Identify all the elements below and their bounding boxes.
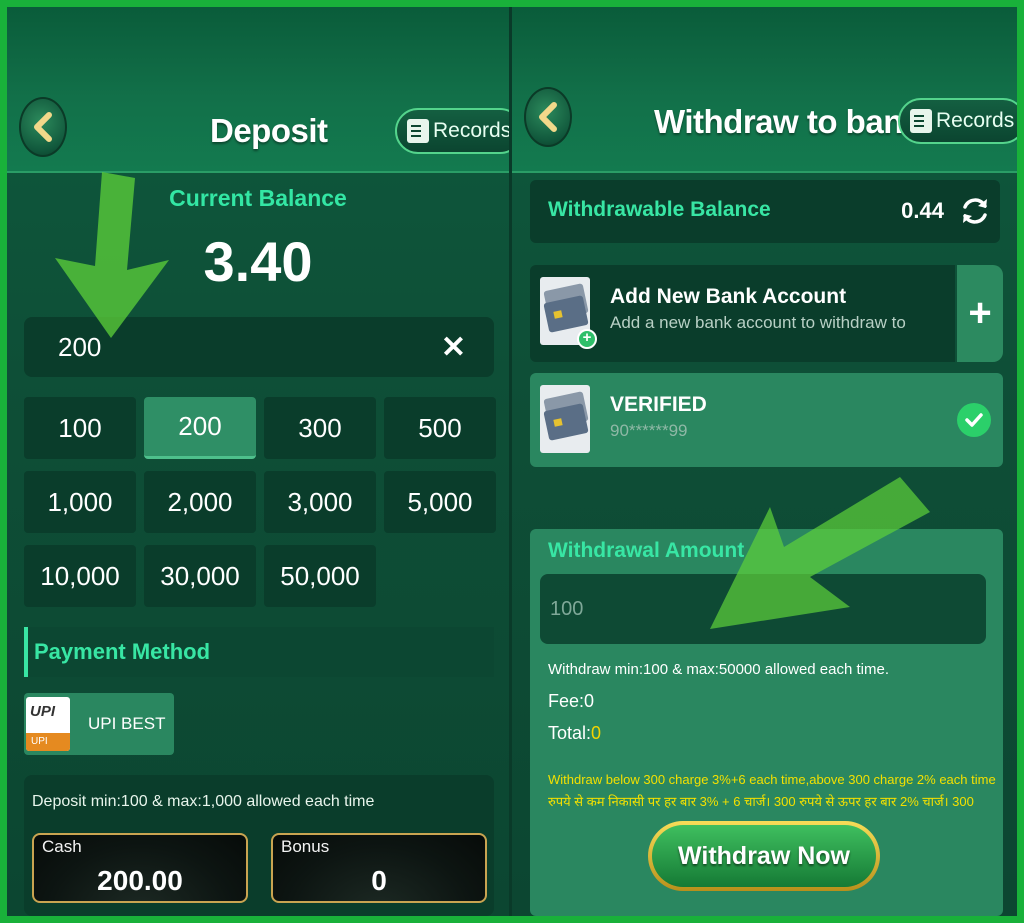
refresh-icon[interactable]	[958, 194, 992, 228]
add-account-button[interactable]: +	[957, 265, 1003, 362]
add-bank-account-card[interactable]: + Add New Bank Account Add a new bank ac…	[530, 265, 955, 362]
amount-chip[interactable]: 30,000	[144, 545, 256, 607]
withdrawal-amount-label: Withdrawal Amount	[548, 539, 745, 562]
page-title: Withdraw to bank	[654, 103, 921, 140]
amount-chip[interactable]: 1,000	[24, 471, 136, 533]
bonus-wallet: Bonus 0	[271, 833, 487, 903]
close-icon[interactable]: ✕	[441, 330, 466, 365]
records-label: Records	[936, 109, 1015, 132]
amount-chip[interactable]: 300	[264, 397, 376, 459]
verified-title: VERIFIED	[610, 393, 707, 416]
withdrawal-amount-placeholder: 100	[550, 597, 584, 620]
deposit-amount-input[interactable]: 200 ✕	[24, 317, 494, 377]
cash-value: 200.00	[97, 865, 183, 896]
records-label: Records	[433, 119, 509, 142]
withdrawable-balance-card: Withdrawable Balance 0.44	[530, 180, 1000, 243]
add-badge-icon: +	[577, 329, 597, 349]
upi-best-option[interactable]: UPI UPI UPI BEST	[24, 693, 174, 755]
plus-icon: +	[968, 291, 992, 335]
deposit-summary-card: Deposit min:100 & max:1,000 allowed each…	[24, 775, 494, 916]
amount-chip[interactable]: 500	[384, 397, 496, 459]
payment-method-label: Payment Method	[34, 639, 211, 664]
withdraw-now-label: Withdraw Now	[652, 825, 876, 887]
withdraw-header: Withdraw to bank Records	[512, 7, 1017, 173]
chevron-left-icon	[539, 102, 557, 132]
amount-chip[interactable]: 200	[144, 397, 256, 459]
fee-value: 0	[584, 691, 595, 711]
withdrawable-balance-label: Withdrawable Balance	[548, 198, 771, 221]
deposit-amount-value: 200	[58, 331, 102, 362]
deposit-header: Deposit Records	[7, 7, 509, 173]
deposit-rule-text: Deposit min:100 & max:1,000 allowed each…	[32, 793, 375, 810]
back-button[interactable]	[19, 97, 67, 157]
amount-chip[interactable]: 50,000	[264, 545, 376, 607]
amount-chip[interactable]: 5,000	[384, 471, 496, 533]
bank-card-icon	[540, 385, 590, 453]
records-button[interactable]: Records	[898, 98, 1017, 144]
page-title: Deposit	[210, 112, 328, 149]
amount-chip[interactable]: 10,000	[24, 545, 136, 607]
upi-logo: UPI UPI	[26, 697, 70, 751]
total-value: 0	[591, 723, 602, 743]
records-icon	[910, 109, 932, 133]
charge-notice-en: Withdraw below 300 charge 3%+6 each time…	[548, 772, 996, 787]
withdrawal-amount-input[interactable]: 100	[540, 574, 986, 644]
charge-notice-hi: रुपये से कम निकासी पर हर बार 3% + 6 चार्…	[548, 794, 974, 809]
cash-label: Cash	[42, 837, 82, 856]
charge-notice: Withdraw below 300 charge 3%+6 each time…	[548, 769, 1003, 813]
current-balance-label: Current Balance	[169, 185, 347, 211]
bonus-value: 0	[371, 865, 387, 896]
amount-chip[interactable]: 100	[24, 397, 136, 459]
withdrawal-amount-card: Withdrawal Amount 100 Withdraw min:100 &…	[530, 529, 1003, 916]
check-icon	[957, 403, 991, 437]
payment-method-header: Payment Method	[24, 627, 494, 677]
add-account-subtitle: Add a new bank account to withdraw to	[610, 313, 906, 332]
withdrawable-balance-value: 0.44	[901, 198, 944, 223]
total-row: Total:0	[548, 723, 602, 743]
back-button[interactable]	[524, 87, 572, 147]
amount-chip[interactable]: 3,000	[264, 471, 376, 533]
records-button[interactable]: Records	[395, 108, 509, 154]
current-balance-value: 3.40	[203, 230, 313, 293]
verified-account-card[interactable]: VERIFIED 90******99	[530, 373, 1003, 467]
upi-best-label: UPI BEST	[88, 714, 166, 733]
add-account-title: Add New Bank Account	[610, 285, 847, 308]
deposit-panel: Deposit Records Current Balance 3.40 200…	[7, 7, 509, 916]
amount-chip[interactable]: 2,000	[144, 471, 256, 533]
withdraw-now-button[interactable]: Withdraw Now	[648, 821, 880, 891]
verified-account-number: 90******99	[610, 421, 688, 440]
fee-row: Fee:0	[548, 691, 595, 711]
screenshot-frame: Deposit Records Current Balance 3.40 200…	[7, 7, 1017, 916]
chevron-left-icon	[34, 112, 52, 142]
records-icon	[407, 119, 429, 143]
withdraw-rule-text: Withdraw min:100 & max:50000 allowed eac…	[548, 661, 890, 678]
withdraw-panel: Withdraw to bank Records Withdrawable Ba…	[512, 7, 1017, 916]
bonus-label: Bonus	[281, 837, 330, 856]
cash-wallet: Cash 200.00	[32, 833, 248, 903]
